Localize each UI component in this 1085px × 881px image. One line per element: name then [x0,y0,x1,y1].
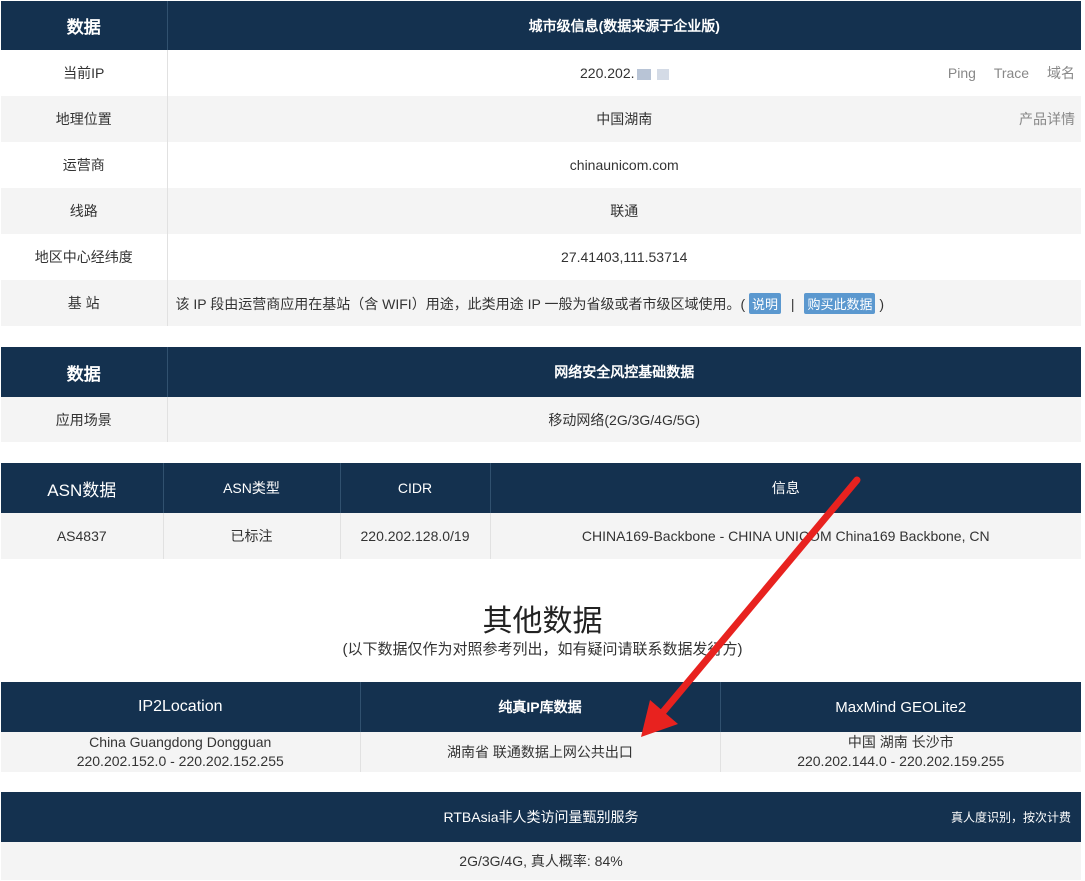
risk-header-title: 网络安全风控基础数据 [554,364,695,380]
header-city-info: 城市级信息(数据来源于企业版) [528,17,720,34]
city-info-table: 数据 城市级信息(数据来源于企业版) 当前IP 220.202. Ping Tr… [1,1,1081,326]
station-value-cell: 该 IP 段由运营商应用在基站（含 WIFI）用途，此类用途 IP 一般为省级或… [167,280,1081,326]
station-text: 该 IP 段由运营商应用在基站（含 WIFI）用途，此类用途 IP 一般为省级或… [175,295,746,312]
ip-tools: Ping Trace 域名 [934,63,1075,83]
buy-data-link[interactable]: 购买此数据 [804,292,876,314]
maxmind-location: 中国 湖南 长沙市 [847,734,954,750]
station-row: 基 站 该 IP 段由运营商应用在基站（含 WIFI）用途，此类用途 IP 一般… [1,280,1081,326]
asn-header-asn: ASN数据 [1,463,164,513]
other-sources-table: IP2Location 纯真IP库数据 MaxMind GEOLite2 Chi… [1,682,1081,772]
risk-header-data: 数据 [1,347,168,397]
ping-link[interactable]: Ping [948,65,976,81]
asn-info: CHINA169-Backbone - CHINA UNICOM China16… [581,528,990,544]
station-label: 基 站 [1,280,168,326]
scene-row: 应用场景 移动网络(2G/3G/4G/5G) [1,397,1081,442]
ip2location-range: 220.202.152.0 - 220.202.152.255 [76,753,284,769]
product-detail-link[interactable]: 产品详情 [1019,109,1075,129]
qqwry-location: 湖南省 联通数据上网公共出口 [447,743,633,760]
city-info-header: 数据 城市级信息(数据来源于企业版) [1,1,1081,50]
scene-label: 应用场景 [1,397,168,442]
masked-ip-part [656,68,669,80]
trace-link[interactable]: Trace [994,65,1029,81]
separator: | [790,295,795,312]
ip-value-cell: 220.202. Ping Trace 域名 [167,50,1081,96]
maxmind-range: 220.202.144.0 - 220.202.159.255 [797,753,1005,769]
other-sources-row: China Guangdong Dongguan 220.202.152.0 -… [1,732,1081,772]
explain-link[interactable]: 说明 [749,292,782,314]
risk-table: 数据 网络安全风控基础数据 应用场景 移动网络(2G/3G/4G/5G) [1,347,1081,442]
scene-value: 移动网络(2G/3G/4G/5G) [548,411,701,428]
header-qqwry: 纯真IP库数据 [360,682,721,732]
header-data: 数据 [1,1,168,50]
asn-number: AS4837 [1,513,164,559]
rtb-note: 真人度识别，按次计费 [950,810,1071,825]
maxmind-cell: 中国 湖南 长沙市 220.202.144.0 - 220.202.159.25… [720,732,1081,772]
asn-table: ASN数据 ASN类型 CIDR 信息 AS4837 已标注 220.202.1… [1,463,1081,559]
asn-type: 已标注 [163,513,341,559]
line-label: 线路 [1,188,168,234]
asn-header-cidr: CIDR [340,463,491,513]
isp-value: chinaunicom.com [569,157,679,173]
rtb-value: 2G/3G/4G, 真人概率: 84% [459,853,623,869]
isp-row: 运营商 chinaunicom.com [1,142,1081,188]
ip2location-cell: China Guangdong Dongguan 220.202.152.0 -… [1,732,361,772]
coord-label: 地区中心经纬度 [1,234,168,280]
header-ip2location: IP2Location [1,682,361,732]
geo-label: 地理位置 [1,96,168,142]
line-row: 线路 联通 [1,188,1081,234]
qqwry-cell: 湖南省 联通数据上网公共出口 [360,732,721,772]
asn-header-info: 信息 [771,480,800,496]
coord-value: 27.41403,111.53714 [561,249,688,265]
geo-value: 中国湖南 [596,111,653,127]
domain-link[interactable]: 域名 [1047,65,1075,81]
rtb-row: 2G/3G/4G, 真人概率: 84% [1,842,1081,880]
ip2location-location: China Guangdong Dongguan [89,734,272,750]
geo-value-cell: 中国湖南 产品详情 [167,96,1081,142]
ip-label: 当前IP [1,50,168,96]
ip-row: 当前IP 220.202. Ping Trace 域名 [1,50,1081,96]
station-close-paren: ) [879,295,885,312]
coord-row: 地区中心经纬度 27.41403,111.53714 [1,234,1081,280]
rtb-header: RTBAsia非人类访问量甄别服务 真人度识别，按次计费 [1,792,1081,842]
other-data-subtitle: (以下数据仅作为对照参考列出，如有疑问请联系数据发行方) [342,641,743,658]
masked-ip-part [636,68,651,80]
geo-row: 地理位置 中国湖南 产品详情 [1,96,1081,142]
ip-value: 220.202. [580,65,635,81]
asn-cidr: 220.202.128.0/19 [340,513,491,559]
isp-label: 运营商 [1,142,168,188]
asn-header-type: ASN类型 [163,463,341,513]
header-maxmind: MaxMind GEOLite2 [835,698,967,716]
asn-header: ASN数据 ASN类型 CIDR 信息 [1,463,1081,513]
line-value: 联通 [610,203,639,219]
risk-header: 数据 网络安全风控基础数据 [1,347,1081,397]
asn-row: AS4837 已标注 220.202.128.0/19 CHINA169-Bac… [1,513,1081,559]
other-sources-header: IP2Location 纯真IP库数据 MaxMind GEOLite2 [1,682,1081,732]
rtb-table: RTBAsia非人类访问量甄别服务 真人度识别，按次计费 2G/3G/4G, 真… [1,792,1081,880]
other-data-title: 其他数据 [482,605,603,638]
rtb-title: RTBAsia非人类访问量甄别服务 [443,809,639,825]
rtb-header-cell: RTBAsia非人类访问量甄别服务 真人度识别，按次计费 [1,792,1081,842]
